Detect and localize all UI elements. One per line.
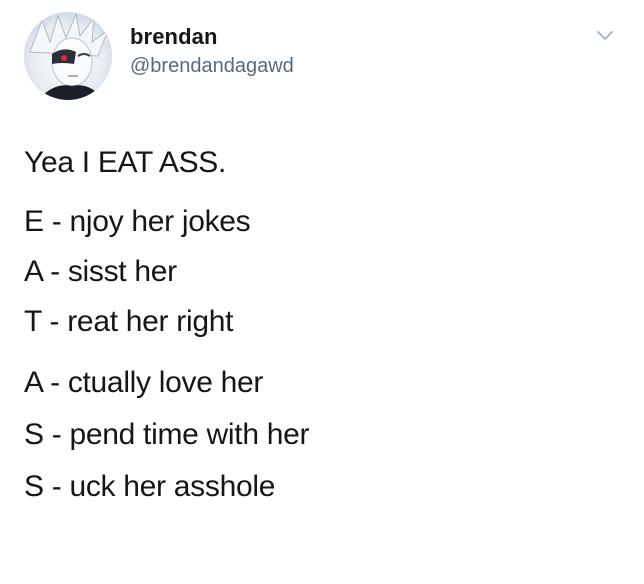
anime-avatar-icon (24, 12, 112, 100)
tweet-line: A - ctually love her (24, 366, 264, 399)
tweet-line: S - uck her asshole (24, 470, 276, 503)
author-display-name[interactable]: brendan (130, 24, 218, 50)
tweet-line: T - reat her right (24, 305, 234, 338)
tweet-intro: Yea I EAT ASS. (24, 146, 227, 179)
author-handle[interactable]: @brendandagawd (130, 55, 294, 78)
tweet-line: S - pend time with her (24, 418, 310, 451)
tweet-line: A - sisst her (24, 255, 177, 288)
tweet-card: brendan @brendandagawd Yea I EAT ASS. E … (0, 0, 644, 584)
chevron-down-icon[interactable] (596, 30, 614, 42)
tweet-line: E - njoy her jokes (24, 205, 251, 238)
avatar[interactable] (24, 12, 112, 100)
